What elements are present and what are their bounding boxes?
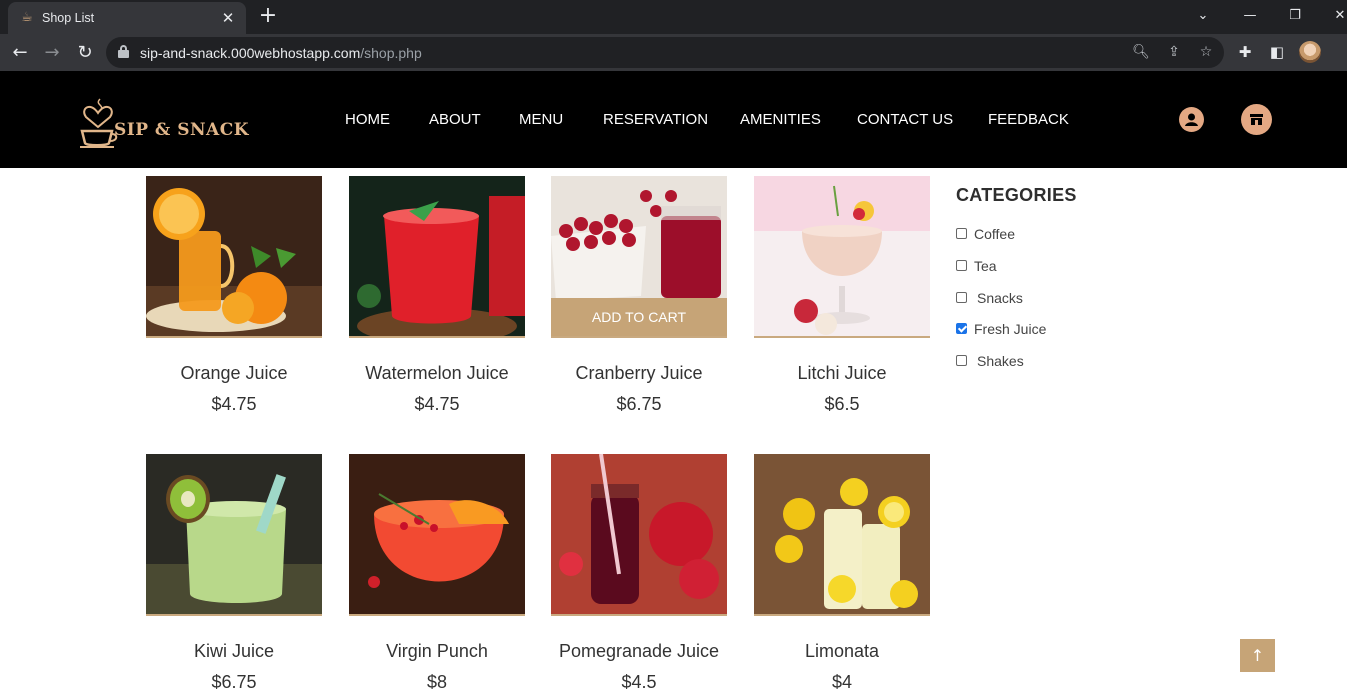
profile-avatar-icon[interactable] — [1299, 41, 1321, 63]
logo-text: SIP & SNACK — [114, 120, 250, 140]
extensions-icon[interactable]: ✚ — [1233, 40, 1257, 64]
new-tab-icon[interactable]: + — [256, 5, 280, 29]
restore-icon[interactable]: ❐ — [1282, 4, 1308, 28]
product-price: $6.75 — [211, 672, 257, 692]
nav-reservation[interactable]: RESERVATION — [603, 111, 708, 129]
product-price: $8 — [426, 672, 448, 692]
category-label[interactable]: Fresh Juice — [974, 321, 1046, 337]
product-name[interactable]: Limonata — [754, 640, 930, 662]
product-price: $4 — [831, 672, 853, 692]
user-icon[interactable] — [1179, 107, 1204, 132]
nav-feedback[interactable]: FEEDBACK — [988, 111, 1069, 129]
product-price: $4.75 — [211, 394, 257, 414]
product-image[interactable] — [754, 454, 930, 616]
category-checkbox[interactable] — [956, 228, 967, 239]
product-image[interactable] — [754, 176, 930, 338]
tab-title: Shop List — [42, 11, 95, 25]
star-icon[interactable]: ☆ — [1195, 41, 1217, 63]
browser-toolbar: ← → ↻ sip-and-snack.000webhostapp.com/sh… — [0, 34, 1347, 71]
category-label[interactable]: Tea — [974, 258, 997, 274]
zoom-icon[interactable]: 🔍︎ — [1130, 41, 1152, 63]
reload-icon[interactable]: ↻ — [72, 40, 98, 66]
product-name[interactable]: Virgin Punch — [349, 640, 525, 662]
product-name[interactable]: Litchi Juice — [754, 362, 930, 384]
nav-menu[interactable]: MENU — [519, 111, 563, 129]
product-image[interactable] — [551, 454, 727, 616]
nav-home[interactable]: HOME — [345, 111, 390, 129]
forward-icon[interactable]: → — [39, 40, 65, 66]
product-name[interactable]: Pomegranade Juice — [551, 640, 727, 662]
window-close-icon[interactable]: ✕ — [1327, 4, 1347, 28]
minimize-icon[interactable]: — — [1237, 4, 1263, 28]
category-checkbox-checked[interactable] — [956, 323, 967, 334]
tab-search-chevron-icon[interactable]: ⌄ — [1190, 4, 1216, 28]
product-price: $6.5 — [824, 394, 860, 414]
category-checkbox[interactable] — [956, 260, 967, 271]
url-text[interactable]: sip-and-snack.000webhostapp.com/shop.php — [140, 45, 422, 61]
category-checkbox[interactable] — [956, 292, 967, 303]
address-bar[interactable]: sip-and-snack.000webhostapp.com/shop.php… — [106, 37, 1224, 68]
share-icon[interactable]: ⇪ — [1163, 41, 1185, 63]
site-header: SIP & SNACK HOME ABOUT MENU RESERVATION … — [0, 71, 1347, 168]
categories-title: CATEGORIES — [956, 185, 1077, 205]
product-name[interactable]: Kiwi Juice — [146, 640, 322, 662]
product-image[interactable] — [146, 176, 322, 338]
nav-about[interactable]: ABOUT — [429, 111, 481, 129]
browser-tab-bar: ☕ Shop List ✕ + ⌄ — ❐ ✕ — [0, 0, 1347, 34]
url-path: /shop.php — [360, 45, 422, 61]
url-domain: sip-and-snack.000webhostapp.com — [140, 45, 361, 61]
tab-close-icon[interactable]: ✕ — [218, 8, 238, 28]
category-checkbox[interactable] — [956, 355, 967, 366]
product-price: $4.75 — [414, 394, 460, 414]
product-image[interactable] — [349, 454, 525, 616]
category-label[interactable]: Shakes — [977, 353, 1024, 369]
back-icon[interactable]: ← — [7, 40, 33, 66]
add-to-cart-button[interactable]: ADD TO CART — [551, 298, 727, 336]
nav-amenities[interactable]: AMENITIES — [740, 111, 821, 129]
product-price: $4.5 — [621, 672, 657, 692]
category-label[interactable]: Snacks — [977, 290, 1023, 306]
product-name[interactable]: Orange Juice — [146, 362, 322, 384]
product-price: $6.75 — [616, 394, 662, 414]
shop-icon[interactable] — [1241, 104, 1272, 135]
browser-tab[interactable]: ☕ Shop List ✕ — [8, 2, 246, 34]
lock-icon[interactable] — [118, 45, 129, 58]
sidepanel-icon[interactable]: ◧ — [1265, 40, 1289, 64]
product-image[interactable] — [349, 176, 525, 338]
product-name[interactable]: Cranberry Juice — [551, 362, 727, 384]
back-to-top-arrow-icon[interactable]: ↑ — [1240, 639, 1275, 672]
product-image[interactable] — [146, 454, 322, 616]
category-label[interactable]: Coffee — [974, 226, 1015, 242]
coffee-favicon-icon: ☕ — [21, 10, 33, 25]
product-name[interactable]: Watermelon Juice — [349, 362, 525, 384]
site-logo[interactable]: SIP & SNACK — [78, 91, 249, 149]
nav-contact-us[interactable]: CONTACT US — [857, 111, 953, 129]
product-image[interactable]: ADD TO CART — [551, 176, 727, 338]
